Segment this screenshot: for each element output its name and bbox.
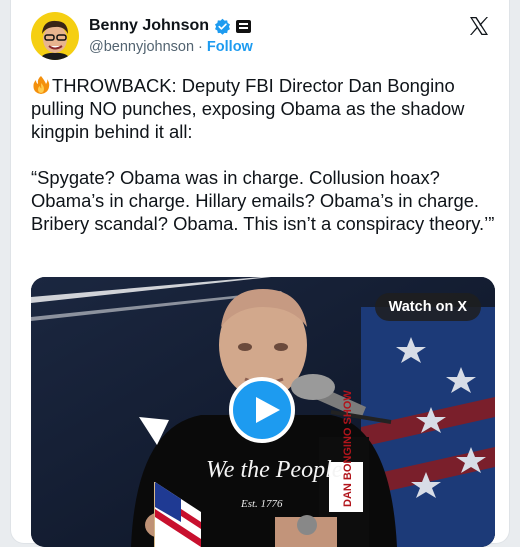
author-handle[interactable]: @bennyjohnson (89, 39, 194, 55)
video-player[interactable]: DAN BONGINO SHOW We the People Est. 1776… (31, 277, 495, 547)
fire-emoji-icon (33, 76, 50, 94)
watch-on-x-button[interactable]: Watch on X (374, 293, 481, 321)
tweet-paragraph-1: THROWBACK: Deputy FBI Director Dan Bongi… (31, 74, 501, 143)
tweet-paragraph-2: “Spygate? Obama was in charge. Collusion… (31, 167, 495, 234)
tweet-embed-card: Benny Johnson @bennyjohnson · Follow THR… (10, 0, 510, 547)
avatar[interactable] (31, 12, 79, 60)
shirt-text: We the People (206, 457, 343, 483)
shirt-subtext: Est. 1776 (240, 498, 283, 510)
tweet-text: THROWBACK: Deputy FBI Director Dan Bongi… (31, 74, 501, 235)
follow-link[interactable]: Follow (207, 39, 253, 55)
play-icon[interactable] (229, 377, 295, 443)
author-name[interactable]: Benny Johnson (89, 17, 209, 35)
author-name-row: Benny Johnson (89, 17, 252, 35)
mic-sign-text: DAN BONGINO SHOW (342, 390, 354, 507)
tweet-paragraph-1-text: THROWBACK: Deputy FBI Director Dan Bongi… (31, 75, 465, 142)
affiliation-badge-icon (236, 19, 252, 33)
separator-dot: · (194, 39, 207, 55)
x-logo-icon[interactable] (467, 14, 491, 38)
author-handle-row: @bennyjohnson · Follow (89, 39, 253, 55)
verified-badge-icon (215, 18, 231, 35)
